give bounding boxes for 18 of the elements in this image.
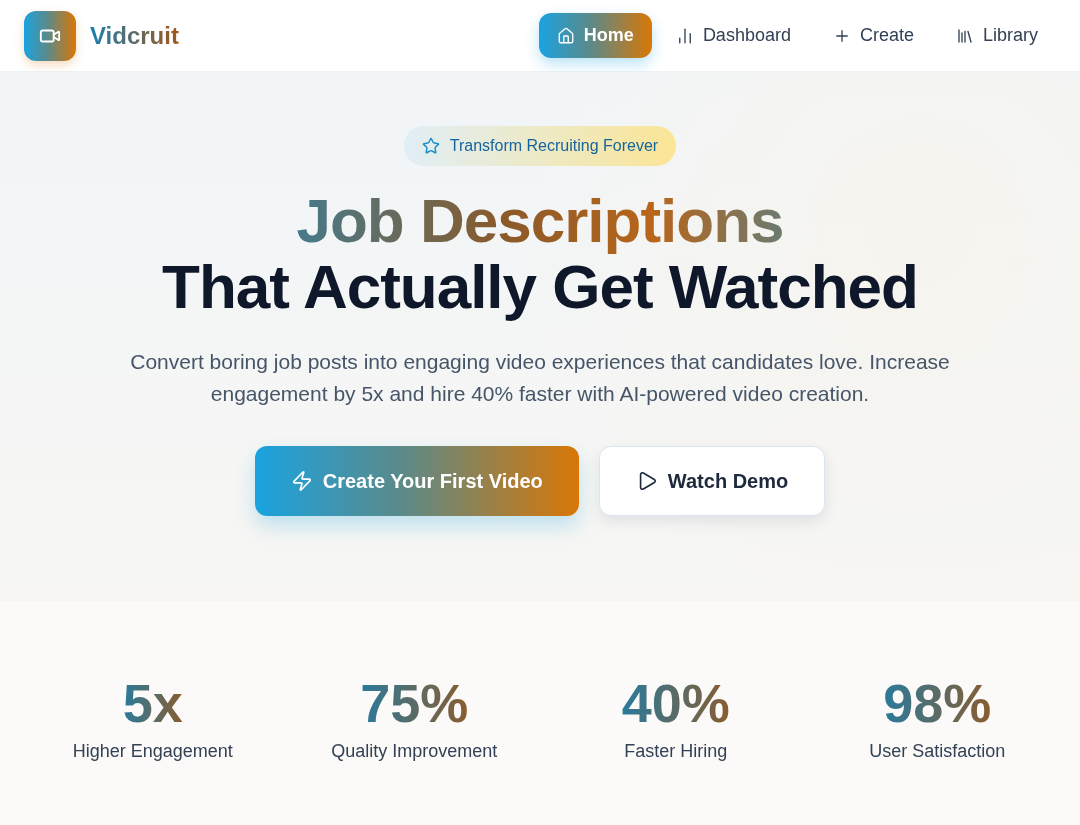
headline: That Actually Get Watched <box>162 254 918 320</box>
nav-link[interactable]: Home <box>538 13 652 58</box>
watch-demo-button[interactable]: Watch Demo <box>598 446 826 516</box>
star-icon <box>421 137 440 155</box>
badge-text: Transform Recruiting Forever <box>449 137 659 155</box>
home-icon <box>556 26 575 45</box>
stat-label: Faster Hiring <box>624 741 728 762</box>
nav-link[interactable]: Library <box>937 13 1056 58</box>
subtitle: Convert boring job posts into engaging video experiences that candidates love. Increase engagement by 5x and hire 40% faster with AI-powered video creation. <box>129 349 951 407</box>
stat-label: Higher Engagement <box>72 741 233 762</box>
lightning-icon <box>290 470 313 492</box>
library-icon <box>955 26 974 45</box>
stat-label: Quality Improvement <box>331 741 498 762</box>
nav-link[interactable]: Create <box>814 13 932 58</box>
video-camera-logo[interactable] <box>24 10 76 61</box>
create-video-button[interactable]: Create Your First Video <box>254 446 579 516</box>
stat-label: User Satisfaction <box>869 741 1006 762</box>
nav-link[interactable]: Dashboard <box>657 13 809 58</box>
